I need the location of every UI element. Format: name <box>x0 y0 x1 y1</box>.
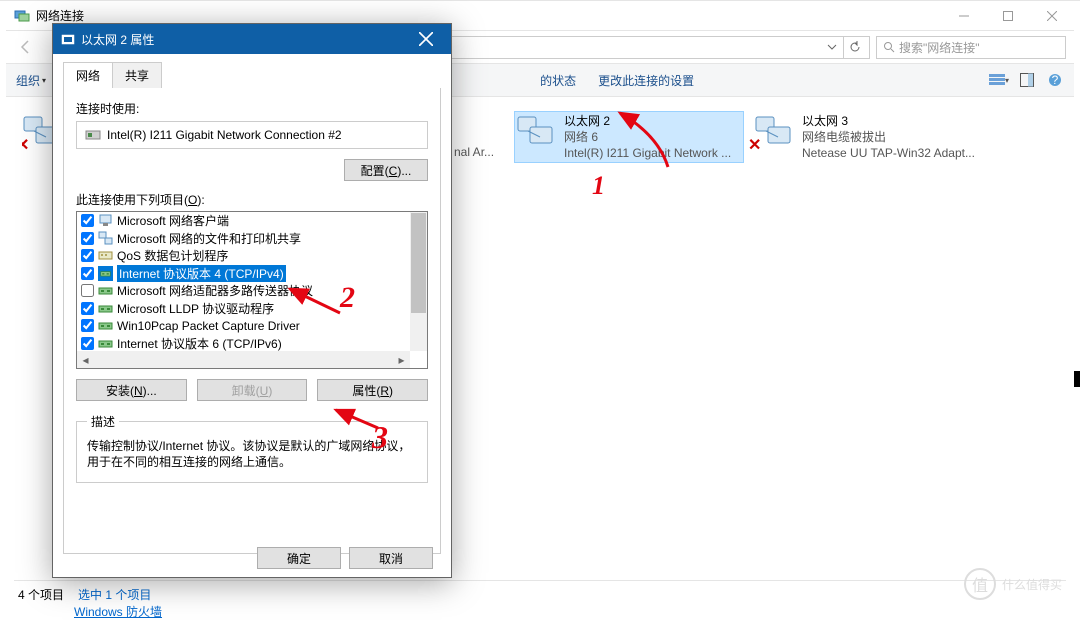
statusbar: 4 个项目 选中 1 个项目 Windows 防火墙 <box>14 580 1066 608</box>
items-listbox[interactable]: Microsoft 网络客户端Microsoft 网络的文件和打印机共享QoS … <box>76 211 428 369</box>
help-button[interactable]: ? <box>1044 69 1066 91</box>
protocol-label: Microsoft 网络客户端 <box>117 212 229 229</box>
protocol-checkbox[interactable] <box>81 319 94 332</box>
nav-back-button[interactable] <box>14 35 38 59</box>
adapter-item[interactable]: ✕ 以太网 3 网络电缆被拔出 Netease UU TAP-Win32 Ada… <box>754 113 984 161</box>
parent-title: 网络连接 <box>36 7 84 24</box>
scroll-right-icon[interactable]: ▸ <box>393 351 410 368</box>
protocol-item[interactable]: Win10Pcap Packet Capture Driver <box>77 317 427 335</box>
search-input[interactable]: 搜索"网络连接" <box>876 36 1066 59</box>
adapter-name: 以太网 2 <box>564 113 731 129</box>
configure-button[interactable]: 配置(C)... <box>344 159 428 181</box>
dialog-tabs: 网络 共享 <box>63 62 441 88</box>
qos-icon <box>98 248 113 263</box>
address-dropdown-icon[interactable] <box>821 42 843 52</box>
protocol-checkbox[interactable] <box>81 249 94 262</box>
adapter-status: 网络电缆被拔出 <box>802 129 975 145</box>
toolbar-change-settings[interactable]: 更改此连接的设置 <box>598 72 694 89</box>
dialog-title: 以太网 2 属性 <box>81 31 154 48</box>
protocol-label: Microsoft LLDP 协议驱动程序 <box>117 300 274 317</box>
dialog-close-button[interactable] <box>406 24 451 54</box>
properties-dialog: 以太网 2 属性 网络 共享 连接时使用: Intel(R) I211 Giga… <box>52 23 452 578</box>
dialog-titlebar: 以太网 2 属性 <box>53 24 451 54</box>
close-button[interactable] <box>1030 1 1074 31</box>
error-x-icon: ✕ <box>22 135 29 153</box>
error-x-icon: ✕ <box>748 135 761 155</box>
horizontal-scrollbar[interactable]: ◂ ▸ <box>77 351 410 368</box>
proto-icon <box>98 283 113 298</box>
protocol-label: Internet 协议版本 4 (TCP/IPv4) <box>117 265 286 282</box>
status-selected: 选中 1 个项目 <box>78 586 151 603</box>
protocol-item[interactable]: Microsoft LLDP 协议驱动程序 <box>77 300 427 318</box>
adapter-name-box: Intel(R) I211 Gigabit Network Connection… <box>76 121 428 149</box>
watermark-text: 什么值得买 <box>1002 576 1062 593</box>
uninstall-button: 卸载(U) <box>197 379 308 401</box>
tab-sharing[interactable]: 共享 <box>112 62 162 88</box>
protocol-item[interactable]: Internet 协议版本 4 (TCP/IPv4) <box>77 265 427 283</box>
firewall-link[interactable]: Windows 防火墙 <box>74 603 162 620</box>
share-icon <box>98 231 113 246</box>
protocol-label: Microsoft 网络的文件和打印机共享 <box>117 230 301 247</box>
client-icon <box>98 213 113 228</box>
proto-icon <box>98 266 113 281</box>
side-indicator <box>1074 371 1080 387</box>
toolbar-item[interactable]: 的状态 <box>540 72 576 89</box>
protocol-item[interactable]: Microsoft 网络的文件和打印机共享 <box>77 230 427 248</box>
cancel-button[interactable]: 取消 <box>349 547 433 569</box>
protocol-label: QoS 数据包计划程序 <box>117 247 228 264</box>
protocol-checkbox[interactable] <box>81 302 94 315</box>
nic-icon <box>85 127 101 143</box>
network-icon <box>14 8 30 24</box>
protocol-item[interactable]: QoS 数据包计划程序 <box>77 247 427 265</box>
refresh-button[interactable] <box>843 37 865 58</box>
tab-panel: 连接时使用: Intel(R) I211 Gigabit Network Con… <box>63 88 441 554</box>
protocol-label: Internet 协议版本 6 (TCP/IPv6) <box>117 335 282 352</box>
scroll-left-icon[interactable]: ◂ <box>77 351 94 368</box>
protocol-checkbox[interactable] <box>81 284 94 297</box>
adapter-item-selected[interactable]: 以太网 2 网络 6 Intel(R) I211 Gigabit Network… <box>514 111 744 163</box>
adapter-icon <box>516 113 556 153</box>
preview-button[interactable] <box>1016 69 1038 91</box>
search-icon <box>883 41 895 53</box>
proto-icon <box>98 318 113 333</box>
status-count: 4 个项目 <box>18 586 64 603</box>
proto-icon <box>98 336 113 351</box>
watermark-icon: 值 <box>964 568 996 600</box>
tab-network[interactable]: 网络 <box>63 62 113 88</box>
protocol-label: Microsoft 网络适配器多路传送器协议 <box>117 282 313 299</box>
search-placeholder: 搜索"网络连接" <box>899 39 980 56</box>
protocol-item[interactable]: Internet 协议版本 6 (TCP/IPv6) <box>77 335 427 353</box>
vertical-scrollbar[interactable] <box>410 212 427 351</box>
adapter-device: Netease UU TAP-Win32 Adapt... <box>802 145 975 161</box>
adapter-device: Intel(R) I211 Gigabit Network ... <box>564 145 731 161</box>
adapter-truncated-text: nal Ar... <box>454 145 494 159</box>
minimize-button[interactable] <box>942 1 986 31</box>
view-button[interactable]: ▾ <box>988 69 1010 91</box>
protocol-item[interactable]: Microsoft 网络客户端 <box>77 212 427 230</box>
adapter-status: 网络 6 <box>564 129 731 145</box>
install-button[interactable]: 安装(N)... <box>76 379 187 401</box>
proto-icon <box>98 301 113 316</box>
protocol-item[interactable]: Microsoft 网络适配器多路传送器协议 <box>77 282 427 300</box>
ethernet-icon <box>61 32 75 46</box>
protocol-checkbox[interactable] <box>81 337 94 350</box>
svg-text:?: ? <box>1052 73 1059 87</box>
description-group: 描述 传输控制协议/Internet 协议。该协议是默认的广域网络协议，用于在不… <box>76 413 428 483</box>
items-label: 此连接使用下列项目(O): <box>76 191 428 208</box>
window-buttons <box>942 1 1074 31</box>
ok-button[interactable]: 确定 <box>257 547 341 569</box>
maximize-button[interactable] <box>986 1 1030 31</box>
adapter-name: 以太网 3 <box>802 113 975 129</box>
adapter-name-text: Intel(R) I211 Gigabit Network Connection… <box>107 128 342 142</box>
toolbar-organize[interactable]: 组织▾ <box>16 72 46 89</box>
protocol-checkbox[interactable] <box>81 232 94 245</box>
description-text: 传输控制协议/Internet 协议。该协议是默认的广域网络协议，用于在不同的相… <box>87 438 417 470</box>
protocol-checkbox[interactable] <box>81 214 94 227</box>
connect-using-label: 连接时使用: <box>76 100 428 117</box>
protocol-checkbox[interactable] <box>81 267 94 280</box>
watermark: 值 什么值得买 <box>964 568 1062 600</box>
protocol-label: Win10Pcap Packet Capture Driver <box>117 319 300 333</box>
item-properties-button[interactable]: 属性(R) <box>317 379 428 401</box>
description-legend: 描述 <box>87 413 119 430</box>
